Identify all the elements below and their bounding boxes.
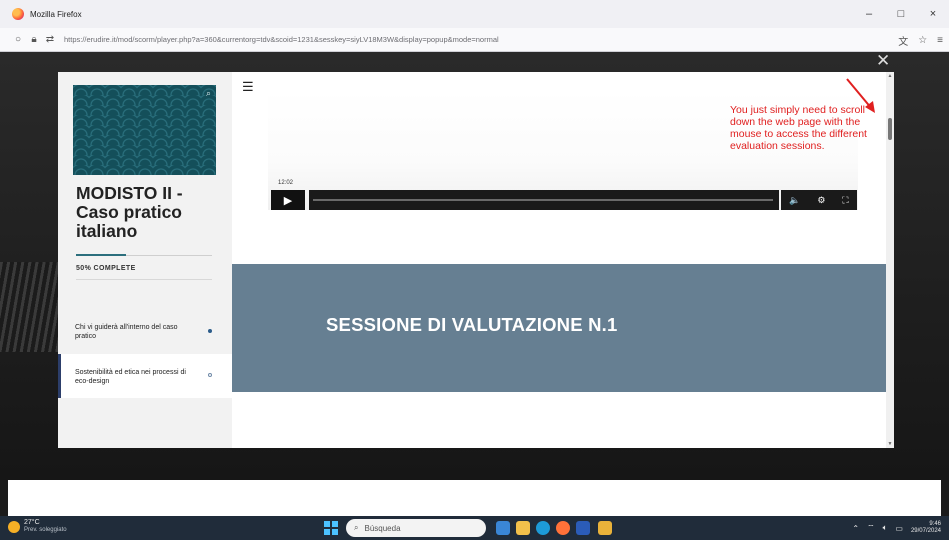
url-field[interactable]: https://erudire.it/mod/scorm/player.php?…	[64, 35, 499, 44]
settings-gear-icon[interactable]: ⚙	[817, 195, 825, 206]
firefox-logo-icon	[12, 8, 24, 20]
window-controls: – □ ×	[853, 0, 949, 28]
taskbar-search[interactable]: ⌕ Búsqueda	[346, 519, 486, 537]
page-footer-strip	[8, 480, 941, 516]
menu-icon[interactable]: ≡	[937, 35, 943, 46]
scorm-player-modal: ⌕ MODISTO II - Caso pratico italiano 50%…	[58, 72, 894, 448]
course-cover-image: ⌕	[73, 85, 216, 175]
progress-text: 50% COMPLETE	[76, 265, 136, 272]
lesson-label: Chi vi guiderà all'interno del caso prat…	[75, 324, 178, 340]
address-bar-actions: 文 ☆ ≡	[898, 28, 943, 52]
permissions-icon[interactable]: ⇄	[42, 34, 58, 45]
file-explorer-icon[interactable]	[516, 521, 530, 535]
browser-title-bar: Mozilla Firefox – □ ×	[0, 0, 949, 28]
task-view-icon[interactable]	[496, 521, 510, 535]
address-bar: ○ 🔒︎ ⇄ https://erudire.it/mod/scorm/play…	[0, 28, 949, 52]
lesson-status-circle-icon	[208, 373, 212, 377]
seek-track	[313, 199, 773, 201]
clock-time: 9:46	[929, 521, 941, 527]
lock-icon[interactable]: 🔒︎	[26, 34, 42, 45]
battery-icon[interactable]: ▭	[895, 524, 903, 533]
app-icon[interactable]	[598, 521, 612, 535]
minimize-button[interactable]: –	[853, 0, 885, 28]
play-icon: ▶	[283, 194, 293, 207]
content-scrollbar[interactable]: ▲ ▼	[886, 72, 894, 448]
volume-icon[interactable]: 🔈	[789, 195, 800, 206]
hamburger-menu-icon[interactable]: ☰	[242, 80, 254, 93]
edge-browser-icon[interactable]	[536, 521, 550, 535]
wifi-icon[interactable]: ⌔	[867, 523, 875, 533]
close-modal-icon[interactable]: ✕	[876, 52, 890, 70]
translate-icon[interactable]: 文	[898, 33, 908, 48]
clock-date: 29/07/2024	[910, 528, 941, 534]
video-timestamp: 12:02	[278, 180, 294, 186]
lesson-item[interactable]: Chi vi guiderà all'interno del caso prat…	[58, 310, 232, 354]
weather-description: Prev. soleggiato	[24, 527, 67, 533]
firefox-taskbar-icon[interactable]	[556, 521, 570, 535]
scroll-up-icon[interactable]: ▲	[886, 72, 894, 80]
shield-icon[interactable]: ○	[10, 34, 26, 45]
temperature: 27°C	[24, 519, 40, 526]
play-button[interactable]: ▶	[271, 190, 305, 210]
word-icon[interactable]	[576, 521, 590, 535]
fullscreen-icon[interactable]: ⛶	[842, 195, 848, 206]
course-title: MODISTO II - Caso pratico italiano	[76, 183, 183, 241]
system-tray: ⌃ ⌔ 🔈︎ ▭ 9:46 29/07/2024	[852, 519, 941, 537]
search-icon[interactable]: ⌕	[206, 88, 211, 99]
course-sidebar: ⌕ MODISTO II - Caso pratico italiano 50%…	[58, 72, 232, 448]
progress-divider	[76, 279, 212, 280]
windows-start-icon[interactable]	[324, 521, 338, 535]
maximize-button[interactable]: □	[885, 0, 917, 28]
search-icon: ⌕	[354, 523, 359, 532]
window-title: Mozilla Firefox	[30, 9, 82, 19]
search-placeholder: Búsqueda	[364, 523, 401, 533]
bookmark-star-icon[interactable]: ☆	[918, 35, 927, 46]
tray-chevron-icon[interactable]: ⌃	[852, 524, 859, 533]
lesson-content: ☰ 12:02 ▶ 🔈 ⚙ ⛶ You just simply need to …	[232, 72, 886, 448]
progress-accent	[76, 254, 126, 256]
speaker-icon[interactable]: 🔈︎	[883, 523, 888, 533]
video-seek-bar[interactable]	[309, 190, 779, 210]
lesson-label: Sostenibilità ed etica nei processi di e…	[75, 369, 186, 385]
scroll-down-icon[interactable]: ▼	[886, 440, 894, 448]
session-banner: SESSIONE DI VALUTAZIONE N.1	[232, 264, 886, 392]
weather-widget[interactable]: 27°C Prev. soleggiato	[8, 519, 67, 534]
video-controls: ▶ 🔈 ⚙ ⛶	[268, 187, 858, 213]
windows-taskbar: 27°C Prev. soleggiato ⌕ Búsqueda ⌃ ⌔ 🔈︎ …	[0, 516, 949, 540]
sun-icon	[8, 520, 20, 533]
lesson-status-dot-icon	[208, 329, 212, 333]
video-control-icons: 🔈 ⚙ ⛶	[781, 190, 857, 210]
close-window-button[interactable]: ×	[917, 0, 949, 28]
annotation-arrow-icon	[846, 78, 875, 113]
clock[interactable]: 9:46 29/07/2024	[911, 521, 941, 535]
session-title: SESSIONE DI VALUTAZIONE N.1	[326, 314, 618, 335]
scrollbar-thumb[interactable]	[888, 118, 892, 140]
background-railing	[0, 262, 58, 352]
lesson-item-current[interactable]: Sostenibilità ed etica nei processi di e…	[58, 354, 232, 398]
